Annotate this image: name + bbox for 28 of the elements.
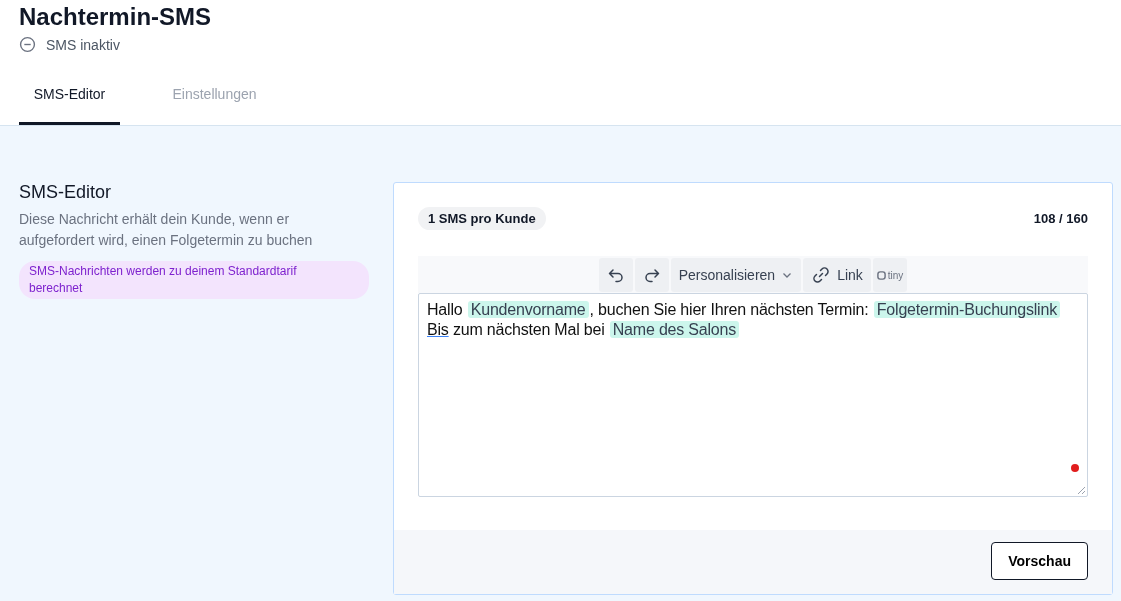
placeholder-tag: Kundenvorname	[467, 301, 589, 318]
link-icon	[811, 265, 832, 285]
redo-button[interactable]	[634, 258, 669, 292]
resize-handle-icon[interactable]	[1077, 486, 1086, 495]
status-text: SMS inaktiv	[46, 36, 120, 53]
tiny-logo-button[interactable]: tiny	[872, 258, 908, 292]
page-title: Nachtermin-SMS	[19, 3, 213, 31]
link-button[interactable]: Link	[803, 258, 871, 292]
placeholder-tag: Folgetermin-Buchungslink	[873, 301, 1060, 318]
message-editor[interactable]: Hallo Kundenvorname , buchen Sie hier Ihren nächsten Termin: Folgetermin-Buchungslink Bis zum nächsten Mal bei Name des Salons	[418, 293, 1088, 497]
preview-button[interactable]: Vorschau	[991, 542, 1088, 580]
rounded-square-icon	[876, 270, 886, 280]
misspelled-word: Bis	[427, 321, 449, 338]
placeholder-tag: Name des Salons	[609, 321, 740, 338]
message-text: Hallo	[427, 301, 464, 318]
pricing-notice: SMS-Nachrichten werden zu deinem Standardtarif berechnet	[19, 261, 369, 299]
sms-count-badge: 1 SMS pro Kunde	[418, 207, 546, 230]
character-counter: 108 / 160	[1033, 211, 1088, 226]
section-description: Diese Nachricht erhält dein Kunde, wenn er aufgefordert wird, einen Folgetermin zu buchen	[19, 210, 314, 250]
section-title: SMS-Editor	[19, 182, 113, 203]
message-text: , buchen Sie hier Ihren nächsten Termin:	[589, 301, 870, 318]
message-text: zum nächsten Mal bei	[451, 321, 606, 338]
personalize-dropdown[interactable]: Personalisieren	[670, 258, 802, 292]
undo-icon	[606, 266, 625, 284]
status-dot-icon	[1071, 464, 1079, 472]
redo-icon	[642, 266, 661, 284]
minus-circle-icon	[19, 36, 36, 53]
undo-button[interactable]	[598, 258, 633, 292]
